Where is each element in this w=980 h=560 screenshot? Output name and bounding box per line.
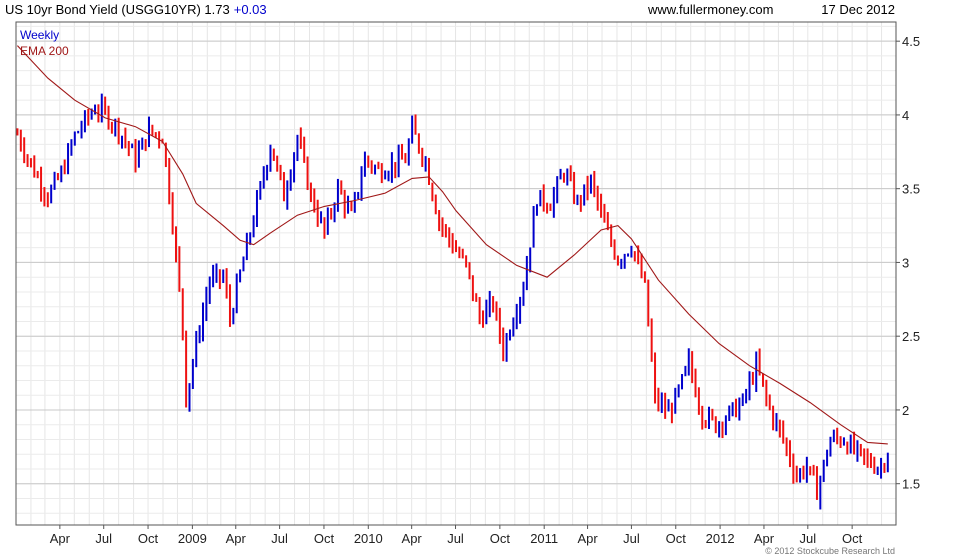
x-tick-label: Jul	[95, 531, 112, 546]
grid-lines	[15, 22, 896, 525]
x-tick-label: Jul	[271, 531, 288, 546]
y-tick-label: 2	[902, 403, 909, 418]
x-tick-label: Oct	[490, 531, 511, 546]
chart-svg: US 10yr Bond Yield (USGG10YR) 1.73 +0.03 …	[5, 2, 920, 556]
legend-weekly: Weekly	[20, 28, 59, 42]
x-tick-label: Oct	[138, 531, 159, 546]
x-tick-label: Apr	[402, 531, 423, 546]
title-main: US 10yr Bond Yield (USGG10YR) 1.73	[5, 2, 230, 17]
chart-title: US 10yr Bond Yield (USGG10YR) 1.73 +0.03	[5, 2, 267, 17]
x-tick-label: Oct	[314, 531, 335, 546]
legend-ema: EMA 200	[20, 44, 69, 58]
x-tick-label: 2012	[706, 531, 735, 546]
x-tick-label: Oct	[666, 531, 687, 546]
site-label[interactable]: www.fullermoney.com	[647, 2, 773, 17]
x-tick-label: 2011	[530, 531, 558, 546]
copyright: © 2012 Stockcube Research Ltd	[765, 546, 895, 556]
y-tick-label: 1.5	[902, 477, 920, 492]
y-tick-label: 4.5	[902, 34, 920, 49]
x-tick-label: Apr	[226, 531, 247, 546]
x-tick-label: Apr	[50, 531, 71, 546]
x-tick-label: Jul	[447, 531, 464, 546]
x-tick-label: 2009	[178, 531, 207, 546]
y-tick-label: 3	[902, 255, 909, 270]
x-tick-label: Apr	[577, 531, 598, 546]
y-axis: 1.5 2 2.5 3 3.5 4 4.5	[896, 34, 920, 492]
y-tick-label: 4	[902, 108, 909, 123]
y-tick-label: 3.5	[902, 182, 920, 197]
x-tick-label: Apr	[754, 531, 775, 546]
x-tick-label: Jul	[623, 531, 640, 546]
x-tick-label: 2010	[354, 531, 383, 546]
date-label: 17 Dec 2012	[821, 2, 895, 17]
title-change: +0.03	[234, 2, 267, 17]
x-tick-label: Jul	[799, 531, 816, 546]
x-tick-label: Oct	[842, 531, 863, 546]
plot-area	[15, 21, 897, 526]
x-axis: Apr Jul Oct 2009 Apr Jul Oct 2010 Apr Jul Oct 2011 A…	[50, 525, 863, 546]
y-tick-label: 2.5	[902, 329, 920, 344]
